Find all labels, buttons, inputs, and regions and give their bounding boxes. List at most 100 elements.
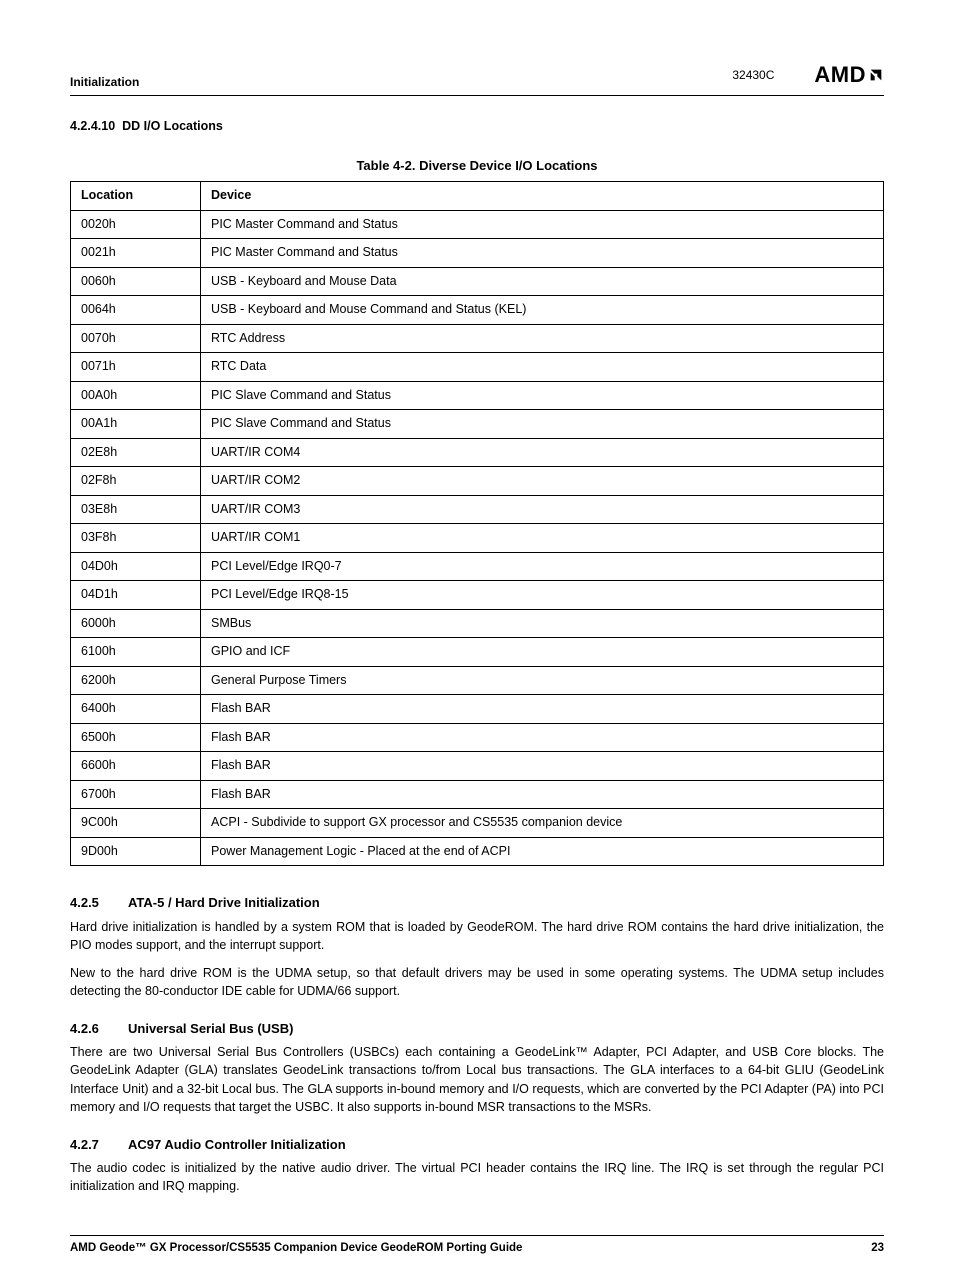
header-right: 32430C AMD	[732, 60, 884, 91]
col-location: Location	[71, 182, 201, 211]
table-row: 0060hUSB - Keyboard and Mouse Data	[71, 267, 884, 296]
cell-location: 0071h	[71, 353, 201, 382]
heading-num: 4.2.7	[70, 1136, 128, 1154]
table-row: 03F8hUART/IR COM1	[71, 524, 884, 553]
cell-location: 03F8h	[71, 524, 201, 553]
paragraph: Hard drive initialization is handled by …	[70, 918, 884, 954]
cell-location: 02F8h	[71, 467, 201, 496]
heading-num: 4.2.6	[70, 1020, 128, 1038]
cell-location: 04D0h	[71, 552, 201, 581]
table-row: 04D1hPCI Level/Edge IRQ8-15	[71, 581, 884, 610]
heading-title: DD I/O Locations	[122, 119, 223, 133]
page-footer: AMD Geode™ GX Processor/CS5535 Companion…	[70, 1235, 884, 1256]
cell-location: 0070h	[71, 324, 201, 353]
footer-page: 23	[871, 1240, 884, 1256]
cell-location: 0020h	[71, 210, 201, 239]
cell-device: Power Management Logic - Placed at the e…	[201, 837, 884, 866]
cell-location: 9C00h	[71, 809, 201, 838]
cell-location: 00A1h	[71, 410, 201, 439]
io-locations-table: Location Device 0020hPIC Master Command …	[70, 181, 884, 866]
table-row: 0020hPIC Master Command and Status	[71, 210, 884, 239]
table-row: 6500hFlash BAR	[71, 723, 884, 752]
cell-device: PIC Master Command and Status	[201, 239, 884, 268]
cell-device: USB - Keyboard and Mouse Data	[201, 267, 884, 296]
cell-location: 6100h	[71, 638, 201, 667]
table-caption: Table 4-2. Diverse Device I/O Locations	[70, 157, 884, 175]
table-row: 6400hFlash BAR	[71, 695, 884, 724]
heading-title: ATA-5 / Hard Drive Initialization	[128, 895, 320, 910]
heading-title: Universal Serial Bus (USB)	[128, 1021, 293, 1036]
section-4-2-7: 4.2.7AC97 Audio Controller Initializatio…	[70, 1136, 884, 1195]
cell-location: 00A0h	[71, 381, 201, 410]
table-header-row: Location Device	[71, 182, 884, 211]
cell-device: UART/IR COM4	[201, 438, 884, 467]
amd-arrow-icon	[868, 67, 884, 83]
cell-device: USB - Keyboard and Mouse Command and Sta…	[201, 296, 884, 325]
cell-location: 6400h	[71, 695, 201, 724]
table-row: 0070hRTC Address	[71, 324, 884, 353]
cell-device: PIC Slave Command and Status	[201, 410, 884, 439]
heading-num: 4.2.5	[70, 894, 128, 912]
table-row: 6100hGPIO and ICF	[71, 638, 884, 667]
section-4-2-6: 4.2.6Universal Serial Bus (USB) There ar…	[70, 1020, 884, 1116]
cell-location: 6600h	[71, 752, 201, 781]
paragraph: There are two Universal Serial Bus Contr…	[70, 1043, 884, 1116]
cell-device: ACPI - Subdivide to support GX processor…	[201, 809, 884, 838]
cell-device: RTC Data	[201, 353, 884, 382]
footer-title: AMD Geode™ GX Processor/CS5535 Companion…	[70, 1240, 522, 1256]
cell-device: UART/IR COM1	[201, 524, 884, 553]
cell-device: SMBus	[201, 609, 884, 638]
table-row: 6000hSMBus	[71, 609, 884, 638]
section-4-2-5: 4.2.5ATA-5 / Hard Drive Initialization H…	[70, 894, 884, 1000]
cell-location: 6700h	[71, 780, 201, 809]
page-header: Initialization 32430C AMD	[70, 60, 884, 96]
heading-num: 4.2.4.10	[70, 119, 115, 133]
heading-4-2-7: 4.2.7AC97 Audio Controller Initializatio…	[70, 1136, 884, 1154]
cell-device: UART/IR COM2	[201, 467, 884, 496]
cell-device: Flash BAR	[201, 780, 884, 809]
table-row: 6700hFlash BAR	[71, 780, 884, 809]
table-row: 04D0hPCI Level/Edge IRQ0-7	[71, 552, 884, 581]
amd-logo: AMD	[814, 60, 884, 91]
table-row: 6200hGeneral Purpose Timers	[71, 666, 884, 695]
table-row: 0071hRTC Data	[71, 353, 884, 382]
table-row: 0064hUSB - Keyboard and Mouse Command an…	[71, 296, 884, 325]
cell-device: GPIO and ICF	[201, 638, 884, 667]
cell-device: UART/IR COM3	[201, 495, 884, 524]
table-row: 02E8hUART/IR COM4	[71, 438, 884, 467]
cell-device: Flash BAR	[201, 723, 884, 752]
table-row: 00A1hPIC Slave Command and Status	[71, 410, 884, 439]
cell-device: PCI Level/Edge IRQ0-7	[201, 552, 884, 581]
table-row: 03E8hUART/IR COM3	[71, 495, 884, 524]
heading-4-2-5: 4.2.5ATA-5 / Hard Drive Initialization	[70, 894, 884, 912]
header-docnum: 32430C	[732, 67, 774, 84]
heading-4-2-6: 4.2.6Universal Serial Bus (USB)	[70, 1020, 884, 1038]
cell-device: General Purpose Timers	[201, 666, 884, 695]
table-row: 0021hPIC Master Command and Status	[71, 239, 884, 268]
table-row: 6600hFlash BAR	[71, 752, 884, 781]
cell-location: 03E8h	[71, 495, 201, 524]
paragraph: New to the hard drive ROM is the UDMA se…	[70, 964, 884, 1000]
cell-device: RTC Address	[201, 324, 884, 353]
cell-location: 04D1h	[71, 581, 201, 610]
paragraph: The audio codec is initialized by the na…	[70, 1159, 884, 1195]
cell-location: 0060h	[71, 267, 201, 296]
table-row: 9C00hACPI - Subdivide to support GX proc…	[71, 809, 884, 838]
cell-location: 0021h	[71, 239, 201, 268]
cell-device: PCI Level/Edge IRQ8-15	[201, 581, 884, 610]
cell-device: PIC Slave Command and Status	[201, 381, 884, 410]
cell-device: Flash BAR	[201, 752, 884, 781]
cell-device: Flash BAR	[201, 695, 884, 724]
amd-logo-text: AMD	[814, 60, 866, 91]
col-device: Device	[201, 182, 884, 211]
table-row: 00A0hPIC Slave Command and Status	[71, 381, 884, 410]
cell-location: 02E8h	[71, 438, 201, 467]
cell-location: 0064h	[71, 296, 201, 325]
cell-location: 6500h	[71, 723, 201, 752]
cell-device: PIC Master Command and Status	[201, 210, 884, 239]
table-row: 9D00hPower Management Logic - Placed at …	[71, 837, 884, 866]
header-section: Initialization	[70, 74, 139, 91]
cell-location: 6000h	[71, 609, 201, 638]
cell-location: 9D00h	[71, 837, 201, 866]
table-row: 02F8hUART/IR COM2	[71, 467, 884, 496]
